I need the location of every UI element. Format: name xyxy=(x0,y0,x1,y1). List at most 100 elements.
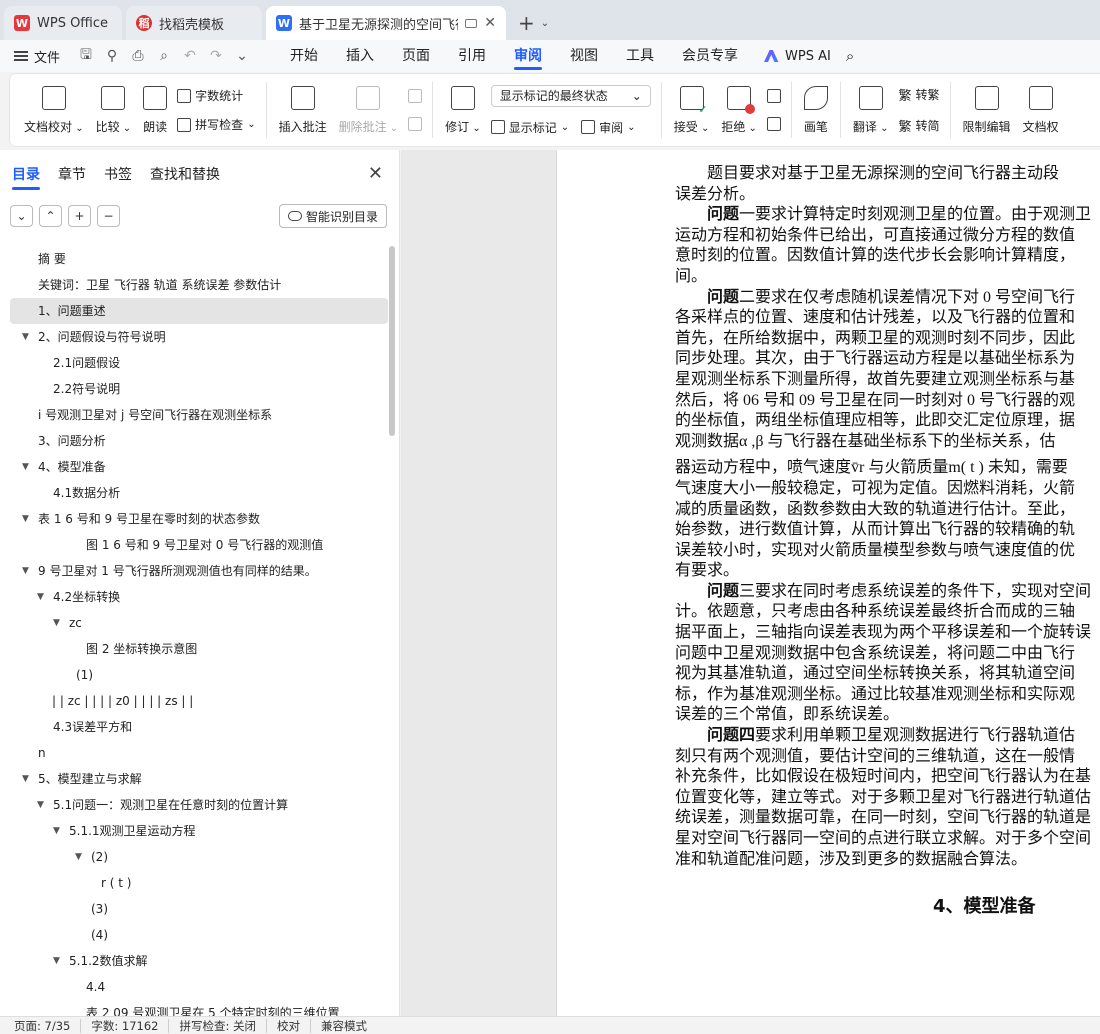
toc-item[interactable]: 4.4 xyxy=(10,974,388,1000)
to-simplified-button[interactable]: 繁转简 xyxy=(899,116,940,135)
tab-insert[interactable]: 插入 xyxy=(332,40,388,72)
toc-item[interactable]: ▼ (2) xyxy=(10,844,388,870)
reject-button[interactable]: 拒绝 xyxy=(715,78,763,142)
nav-tab-bookmarks[interactable]: 书签 xyxy=(104,158,132,190)
insert-comment-button[interactable]: 插入批注 xyxy=(273,78,333,142)
toc-scrollbar[interactable] xyxy=(389,246,395,436)
close-icon[interactable]: ✕ xyxy=(368,163,383,184)
toc-item[interactable]: 图 2 坐标转换示意图 xyxy=(10,636,388,662)
toc-item[interactable]: 关键词：卫星 飞行器 轨道 系统误差 参数估计 xyxy=(10,272,388,298)
collapse-caret-icon[interactable]: ▼ xyxy=(53,818,60,844)
next-comment-button[interactable] xyxy=(408,117,423,131)
toc-item[interactable]: ▼ 4.2坐标转换 xyxy=(10,584,388,610)
toc-item[interactable]: ▼ 2、问题假设与符号说明 xyxy=(10,324,388,350)
close-tab-icon[interactable]: ✕ xyxy=(484,15,496,31)
toc-item[interactable]: (1) xyxy=(10,662,388,688)
print-preview-icon[interactable]: ⌕ xyxy=(154,46,174,66)
smart-toc-button[interactable]: 智能识别目录 xyxy=(278,204,387,228)
nav-tab-find-replace[interactable]: 查找和替换 xyxy=(150,158,220,190)
accept-button[interactable]: 接受 xyxy=(668,78,716,142)
toc-item[interactable]: ▼ zc xyxy=(10,610,388,636)
spell-check-status[interactable]: 拼写检查: 关闭 xyxy=(169,1018,268,1033)
toc-item[interactable]: 4.3误差平方和 xyxy=(10,714,388,740)
document-page[interactable]: 题目要求对基于卫星无源探测的空间飞行器主动段 误差分析。 问题一要求计算特定时刻观测… xyxy=(556,150,1100,1016)
toc-item[interactable]: ▼ 9 号卫星对 1 号飞行器所测观测值也有同样的结果。 xyxy=(10,558,388,584)
add-heading-button[interactable]: + xyxy=(68,205,91,227)
spell-check-button[interactable]: 拼写检查 ⌄ xyxy=(177,116,256,133)
toc-item[interactable]: ▼ 5、模型建立与求解 xyxy=(10,766,388,792)
collapse-caret-icon[interactable]: ▼ xyxy=(37,584,44,610)
remove-heading-button[interactable]: − xyxy=(97,205,120,227)
tab-wps-office[interactable]: W WPS Office xyxy=(4,6,122,40)
toc-item[interactable]: n xyxy=(10,740,388,766)
redo-icon[interactable]: ↷ xyxy=(206,46,226,66)
tab-references[interactable]: 引用 xyxy=(444,40,500,72)
toc-item[interactable]: | | zc | | | | z0 | | | | zs | | xyxy=(10,688,388,714)
undo-icon[interactable]: ↶ xyxy=(180,46,200,66)
collapse-caret-icon[interactable]: ▼ xyxy=(22,324,29,350)
toc-item[interactable]: i 号观测卫星对 j 号空间飞行器在观测坐标系 xyxy=(10,402,388,428)
to-traditional-button[interactable]: 繁转繁 xyxy=(899,85,940,104)
toc-item[interactable]: 1、问题重述 xyxy=(10,298,388,324)
toc-item[interactable]: ▼ 5.1.2数值求解 xyxy=(10,948,388,974)
document-body[interactable]: 题目要求对基于卫星无源探测的空间飞行器主动段 误差分析。 问题一要求计算特定时刻观测… xyxy=(675,164,1100,918)
toc-item[interactable]: 图 1 6 号和 9 号卫星对 0 号飞行器的观测值 xyxy=(10,532,388,558)
nav-tab-toc[interactable]: 目录 xyxy=(12,158,40,190)
prev-comment-button[interactable] xyxy=(408,89,423,103)
toc-item[interactable]: ▼ 表 1 6 号和 9 号卫星在零时刻的状态参数 xyxy=(10,506,388,532)
pen-button[interactable]: 画笔 xyxy=(798,78,834,142)
collapse-caret-icon[interactable]: ▼ xyxy=(75,844,82,870)
page-count[interactable]: 页面: 7/35 xyxy=(14,1018,82,1033)
tab-page[interactable]: 页面 xyxy=(388,40,444,72)
toc-item[interactable]: ▼ 5.1问题一：观测卫星在任意时刻的位置计算 xyxy=(10,792,388,818)
monitor-icon[interactable] xyxy=(465,18,478,28)
translate-button[interactable]: 翻译 xyxy=(847,78,895,142)
toc-item[interactable]: 摘 要 xyxy=(10,246,388,272)
save-icon[interactable]: 🖫 xyxy=(76,46,96,66)
word-count[interactable]: 字数: 17162 xyxy=(81,1018,170,1033)
collapse-caret-icon[interactable]: ▼ xyxy=(22,506,29,532)
collapse-caret-icon[interactable]: ▼ xyxy=(22,766,29,792)
collapse-caret-icon[interactable]: ▼ xyxy=(22,454,29,480)
proofread-status[interactable]: 校对 xyxy=(267,1018,312,1033)
expand-down-button[interactable]: ⌄ xyxy=(10,205,33,227)
toc-item[interactable]: (4) xyxy=(10,922,388,948)
share-icon[interactable]: ⚲ xyxy=(102,46,122,66)
new-tab-button[interactable]: + ⌄ xyxy=(510,6,557,40)
toc-item[interactable]: r ( t ) xyxy=(10,870,388,896)
toc-item[interactable]: 表 2 09 号观测卫星在 5 个特定时刻的三维位置 xyxy=(10,1000,388,1016)
toc-item[interactable]: (3) xyxy=(10,896,388,922)
collapse-caret-icon[interactable]: ▼ xyxy=(53,948,60,974)
wps-ai-button[interactable]: WPS AI ⌕ xyxy=(764,47,854,65)
file-menu[interactable]: 文件 xyxy=(34,47,60,66)
nav-tab-chapters[interactable]: 章节 xyxy=(58,158,86,190)
print-icon[interactable]: ⎙ xyxy=(128,46,148,66)
next-change-button[interactable] xyxy=(766,117,781,131)
tab-review[interactable]: 审阅 xyxy=(500,40,556,72)
toc-item[interactable]: 2.2符号说明 xyxy=(10,376,388,402)
tab-member[interactable]: 会员专享 xyxy=(668,40,752,72)
tab-tools[interactable]: 工具 xyxy=(612,40,668,72)
delete-comment-button[interactable]: 删除批注 xyxy=(333,78,405,142)
review-pane-button[interactable]: 审阅 ⌄ xyxy=(581,119,636,136)
word-count-button[interactable]: 字数统计 xyxy=(177,87,255,104)
restrict-edit-button[interactable]: 限制编辑 xyxy=(957,78,1017,142)
toc-item[interactable]: ▼ 4、模型准备 xyxy=(10,454,388,480)
tab-home[interactable]: 开始 xyxy=(276,40,332,72)
tab-docer-templates[interactable]: 稻 找稻壳模板 xyxy=(126,6,262,40)
toc-item[interactable]: 2.1问题假设 xyxy=(10,350,388,376)
tab-current-document[interactable]: W 基于卫星无源探测的空间飞行器 ✕ xyxy=(266,6,506,40)
tab-view[interactable]: 视图 xyxy=(556,40,612,72)
collapse-caret-icon[interactable]: ▼ xyxy=(53,610,60,636)
chevron-down-icon[interactable]: ⌄ xyxy=(541,18,549,29)
collapse-caret-icon[interactable]: ▼ xyxy=(37,792,44,818)
markup-state-select[interactable]: 显示标记的最终状态 ⌄ xyxy=(490,84,651,107)
collapse-up-button[interactable]: ⌃ xyxy=(39,205,62,227)
toc-item[interactable]: ▼ 5.1.1观测卫星运动方程 xyxy=(10,818,388,844)
doc-check-button[interactable]: 文档校对 xyxy=(18,78,90,142)
revise-button[interactable]: 修订 xyxy=(439,78,487,142)
doc-permission-button[interactable]: 文档权 xyxy=(1017,78,1065,142)
collapse-caret-icon[interactable]: ▼ xyxy=(22,558,29,584)
more-chevron-icon[interactable]: ⌄ xyxy=(232,46,252,66)
hamburger-menu-icon[interactable] xyxy=(14,51,28,61)
